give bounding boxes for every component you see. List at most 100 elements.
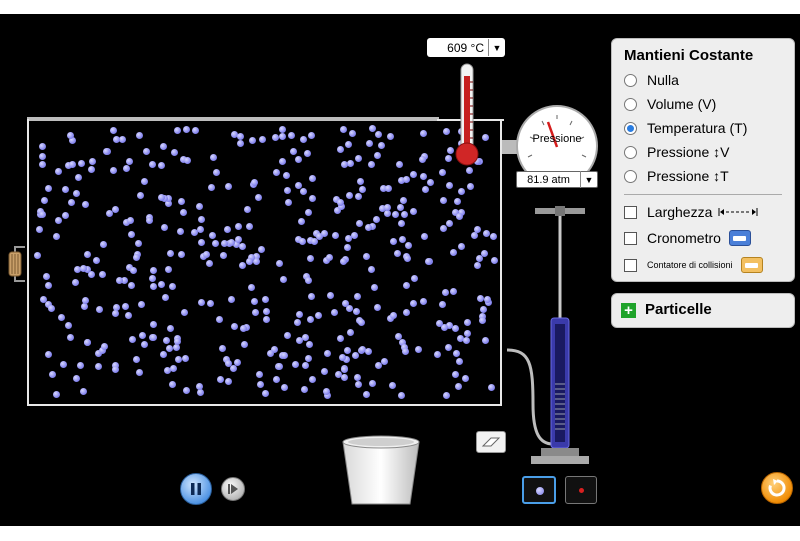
panel-title: Mantieni Costante: [624, 47, 754, 64]
gas-particle: [39, 153, 47, 161]
stopwatch-checkbox-row[interactable]: Cronometro: [624, 228, 751, 248]
gas-particle: [88, 158, 96, 166]
gas-particle: [66, 333, 74, 341]
stopwatch-checkbox[interactable]: [624, 231, 637, 245]
gas-particle: [453, 350, 461, 358]
gas-particle: [234, 222, 242, 230]
radio-nothing[interactable]: Nulla: [624, 70, 679, 90]
gas-particle: [176, 227, 184, 235]
gas-particle: [336, 146, 344, 154]
gas-particle: [238, 242, 246, 250]
gas-particle: [374, 130, 382, 138]
gas-particle: [482, 229, 490, 237]
gas-particle: [272, 168, 280, 176]
gas-particle: [338, 353, 346, 361]
gas-particle: [402, 348, 410, 356]
gas-particle: [81, 303, 89, 311]
gas-particle: [283, 172, 291, 180]
bucket-icon[interactable]: [340, 434, 422, 508]
gas-particle: [445, 219, 453, 227]
pause-button[interactable]: [180, 473, 212, 505]
radio-pressure-t[interactable]: Pressione ↕T: [624, 166, 729, 186]
gas-particle: [38, 142, 46, 150]
pressure-readout[interactable]: 81.9 atm ▼: [516, 171, 598, 188]
gas-particle: [363, 252, 371, 260]
gas-particle: [98, 270, 106, 278]
gas-particle: [439, 169, 447, 177]
gas-particle: [123, 164, 131, 172]
gas-particle: [471, 231, 479, 239]
step-button[interactable]: [221, 477, 245, 501]
gas-particle: [216, 376, 224, 384]
gas-particle: [355, 154, 363, 162]
gas-particle: [212, 168, 220, 176]
gas-particle: [433, 351, 441, 359]
radio-icon[interactable]: [624, 97, 637, 111]
container-handle[interactable]: [7, 244, 25, 284]
reset-button[interactable]: [761, 472, 793, 504]
gas-particle: [55, 168, 63, 176]
gas-particle: [420, 173, 428, 181]
gas-particle: [373, 215, 381, 223]
gas-particle: [158, 280, 166, 288]
gas-particle: [344, 243, 352, 251]
gas-particle: [300, 386, 308, 394]
collision-counter-checkbox[interactable]: [624, 258, 637, 272]
gas-particle: [308, 131, 316, 139]
temperature-readout[interactable]: 609 °C ▼: [427, 38, 505, 57]
radio-icon[interactable]: [624, 145, 637, 159]
gas-particle: [424, 258, 432, 266]
gas-particle: [308, 292, 316, 300]
gas-particle: [209, 154, 217, 162]
gas-particle: [299, 187, 307, 195]
gas-particle: [173, 344, 181, 352]
radio-pressure-v[interactable]: Pressione ↕V: [624, 142, 729, 162]
gas-particle: [398, 392, 406, 400]
chevron-down-icon[interactable]: ▼: [580, 171, 597, 188]
gas-particle: [279, 133, 287, 141]
chevron-down-icon[interactable]: ▼: [488, 39, 505, 56]
gas-particle: [305, 340, 313, 348]
width-checkbox[interactable]: [624, 205, 637, 219]
gas-particle: [301, 362, 309, 370]
gas-particle: [419, 129, 427, 137]
gas-particle: [426, 179, 434, 187]
gas-particle: [296, 310, 304, 318]
gas-particle: [92, 257, 100, 265]
collision-counter-checkbox-row[interactable]: Contatore di collisioni: [624, 255, 763, 275]
radio-label: Nulla: [647, 72, 679, 88]
width-checkbox-row[interactable]: Larghezza: [624, 202, 758, 222]
gas-particle: [140, 177, 148, 185]
gas-particle: [55, 216, 63, 224]
gas-particle: [203, 250, 211, 258]
gas-particle: [440, 197, 448, 205]
radio-selected-icon[interactable]: [624, 121, 637, 135]
gas-particle: [298, 217, 306, 225]
heavy-species-button[interactable]: [522, 476, 556, 504]
gas-particle: [122, 302, 130, 310]
gas-particle: [161, 293, 169, 301]
gas-particle: [420, 233, 428, 241]
pressure-value: 81.9 atm: [527, 173, 570, 186]
gas-particle: [163, 337, 171, 345]
gas-particle: [227, 239, 235, 247]
radio-icon[interactable]: [624, 169, 637, 183]
radio-volume[interactable]: Volume (V): [624, 94, 716, 114]
light-species-button[interactable]: [565, 476, 597, 504]
gas-particle: [110, 126, 118, 134]
plus-icon[interactable]: +: [621, 303, 636, 318]
gas-particle: [373, 303, 381, 311]
particles-panel[interactable]: + Particelle: [611, 293, 795, 328]
pump-icon[interactable]: [505, 204, 595, 474]
gas-particle: [411, 274, 419, 282]
eraser-button[interactable]: [476, 431, 506, 453]
gas-particle: [240, 324, 248, 332]
radio-icon[interactable]: [624, 73, 637, 87]
radio-temperature[interactable]: Temperatura (T): [624, 118, 747, 138]
gas-particle: [127, 230, 135, 238]
gas-particle: [236, 133, 244, 141]
gas-particle: [324, 349, 332, 357]
gas-particle: [449, 288, 457, 296]
gas-particle: [197, 238, 205, 246]
gas-particle: [299, 238, 307, 246]
